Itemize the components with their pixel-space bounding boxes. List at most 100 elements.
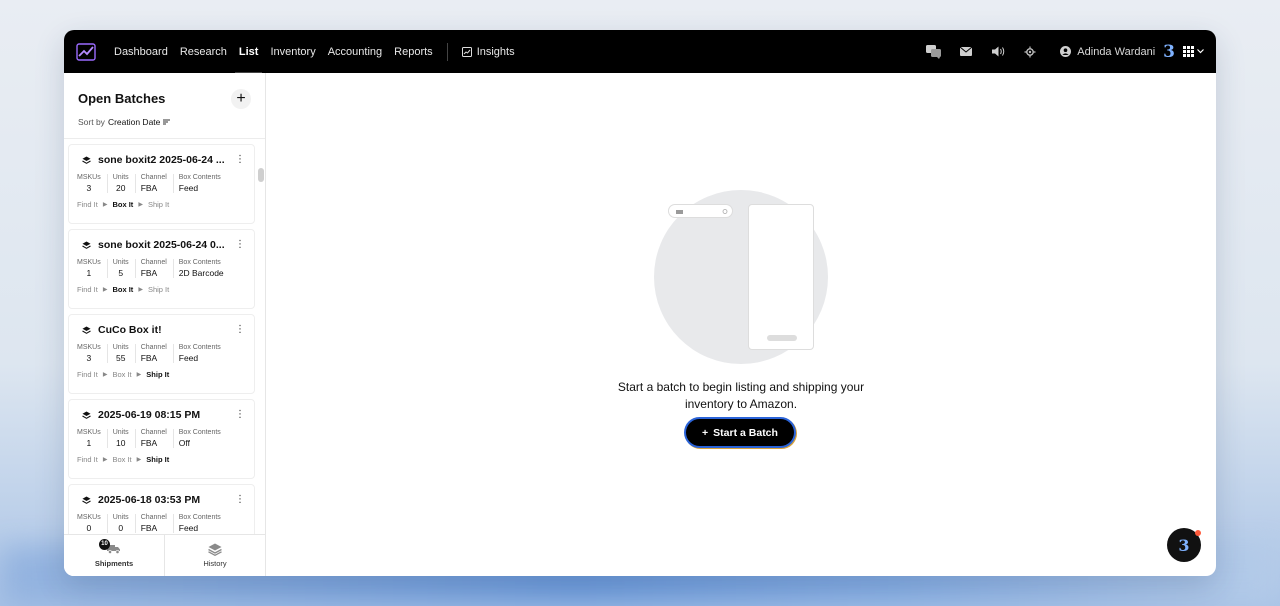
stat-value: FBA <box>140 438 158 448</box>
batch-steps: Find It ▶ Box It ▶ Ship It <box>77 285 246 294</box>
stat-units: Units 55 <box>113 344 136 363</box>
stat-value: 5 <box>118 268 124 278</box>
stat-value: 0 <box>118 523 124 533</box>
nav-inventory[interactable]: Inventory <box>270 30 315 73</box>
step-find-it: Find It <box>77 200 98 209</box>
layers-icon <box>82 496 91 504</box>
stat-units: Units 5 <box>113 259 136 278</box>
batch-title-row: 2025-06-18 03:53 PM <box>77 494 246 506</box>
empty-state-line-1: Start a batch to begin listing and shipp… <box>617 380 865 394</box>
batch-steps: Find It ▶ Box It ▶ Ship It <box>77 455 246 464</box>
batch-title-row: CuCo Box it! <box>77 324 246 336</box>
empty-state-illustration <box>654 190 834 365</box>
stat-value: Off <box>178 438 190 448</box>
stat-label: MSKUs <box>77 259 101 266</box>
stat-value: 10 <box>115 438 126 448</box>
batch-menu-icon[interactable]: ⋮ <box>235 239 245 250</box>
step-arrow-icon: ▶ <box>136 372 142 378</box>
illustration-phone <box>748 204 814 350</box>
batch-card[interactable]: CuCo Box it! ⋮ MSKUs 3 Units 55 Channel FBA… <box>68 314 255 394</box>
batch-menu-icon[interactable]: ⋮ <box>235 494 245 505</box>
nav-accounting[interactable]: Accounting <box>328 30 382 73</box>
stat-units: Units 20 <box>113 174 136 193</box>
truck-icon: 10 <box>99 538 121 556</box>
top-navbar: Dashboard Research List Inventory Accoun… <box>64 30 1216 73</box>
step-find-it: Find It <box>77 455 98 464</box>
stat-label: Units <box>112 259 129 266</box>
stat-label: Box Contents <box>178 344 221 351</box>
batch-stats: MSKUs 1 Units 5 Channel FBA Box Contents 2D … <box>77 259 246 278</box>
insights-icon <box>461 46 472 57</box>
stat-label: MSKUs <box>77 429 101 436</box>
insights-label: Insights <box>476 45 515 58</box>
help-chat-button[interactable]: 3 <box>1167 528 1201 562</box>
stat-box-contents: Box Contents Off <box>179 429 227 448</box>
layers-icon <box>82 411 91 419</box>
batch-name: sone boxit2 2025-06-24 ... <box>98 154 225 166</box>
add-batch-button[interactable]: + <box>231 89 251 109</box>
nav-dashboard[interactable]: Dashboard <box>114 30 168 73</box>
user-avatar-icon <box>1060 46 1072 57</box>
batch-stats: MSKUs 0 Units 0 Channel FBA Box Contents Fee… <box>77 514 246 533</box>
app-logo-icon[interactable] <box>76 42 96 62</box>
batch-menu-icon[interactable]: ⋮ <box>235 324 245 335</box>
sort-icon <box>163 119 171 125</box>
stat-units: Units 0 <box>113 514 136 533</box>
stat-mskus: MSKUs 3 <box>77 344 108 363</box>
apps-menu[interactable] <box>1183 46 1204 57</box>
empty-state-line-2: inventory to Amazon. <box>684 397 798 411</box>
nav-list[interactable]: List <box>234 30 262 73</box>
sort-control[interactable]: Sort by Creation Date <box>78 117 251 127</box>
step-arrow-icon: ▶ <box>102 457 108 463</box>
stat-channel: Channel FBA <box>141 344 174 363</box>
stat-value: FBA <box>140 523 158 533</box>
batch-list: sone boxit2 2025-06-24 ... ⋮ MSKUs 3 Unit… <box>64 140 265 534</box>
stat-label: Channel <box>140 259 167 266</box>
layers-icon <box>208 543 222 556</box>
start-batch-button[interactable]: + Start a Batch <box>686 419 794 446</box>
shipments-badge: 10 <box>99 538 110 550</box>
batch-card[interactable]: 2025-06-18 03:53 PM ⋮ MSKUs 0 Units 0 Chan… <box>68 484 255 534</box>
stat-label: MSKUs <box>77 514 101 521</box>
stat-value: FBA <box>140 183 158 193</box>
stat-box-contents: Box Contents 2D Barcode <box>179 259 230 278</box>
step-arrow-icon: ▶ <box>138 287 143 293</box>
stat-value: 3 <box>86 353 92 363</box>
batch-card[interactable]: sone boxit2 2025-06-24 ... ⋮ MSKUs 3 Unit… <box>68 144 255 224</box>
stat-label: Channel <box>140 429 167 436</box>
step-arrow-icon: ▶ <box>102 202 108 208</box>
brand-logo-icon[interactable]: 3 <box>1163 42 1175 62</box>
stat-label: Box Contents <box>178 174 221 181</box>
step-ship-it: Ship It <box>146 370 170 379</box>
chevron-down-icon <box>1197 49 1204 54</box>
stat-box-contents: Box Contents Feed <box>179 344 227 363</box>
batch-steps: Find It ▶ Box It ▶ Ship It <box>77 200 246 209</box>
nav-insights[interactable]: Insights <box>461 45 515 58</box>
batch-card[interactable]: sone boxit 2025-06-24 0... ⋮ MSKUs 1 Unit… <box>68 229 255 309</box>
batch-menu-icon[interactable]: ⋮ <box>235 154 245 165</box>
batch-name: 2025-06-19 08:15 PM <box>98 409 201 421</box>
nav-research[interactable]: Research <box>180 30 227 73</box>
stat-value: 3 <box>86 183 92 193</box>
settings-icon[interactable] <box>1022 44 1038 60</box>
batch-menu-icon[interactable]: ⋮ <box>235 409 245 420</box>
sidebar-scrollbar[interactable] <box>258 168 264 182</box>
stat-label: Box Contents <box>178 429 221 436</box>
nav-reports[interactable]: Reports <box>394 30 433 73</box>
stat-box-contents: Box Contents Feed <box>179 174 227 193</box>
tab-history[interactable]: History <box>165 535 265 576</box>
stat-mskus: MSKUs 3 <box>77 174 108 193</box>
stat-value: 1 <box>86 268 92 278</box>
illustration-search-pill <box>668 204 733 218</box>
user-menu[interactable]: Adinda Wardani <box>1060 46 1155 58</box>
mail-icon[interactable] <box>958 44 974 60</box>
stat-value: 0 <box>86 523 92 533</box>
batch-steps: Find It ▶ Box It ▶ Ship It <box>77 370 246 379</box>
stat-label: Channel <box>140 514 167 521</box>
user-name: Adinda Wardani <box>1077 45 1156 58</box>
tab-shipments[interactable]: 10 Shipments <box>64 535 165 576</box>
batch-card[interactable]: 2025-06-19 08:15 PM ⋮ MSKUs 1 Units 10 Cha… <box>68 399 255 479</box>
speaker-icon[interactable] <box>990 44 1006 60</box>
chat-icon[interactable] <box>926 44 942 60</box>
stat-channel: Channel FBA <box>141 429 174 448</box>
